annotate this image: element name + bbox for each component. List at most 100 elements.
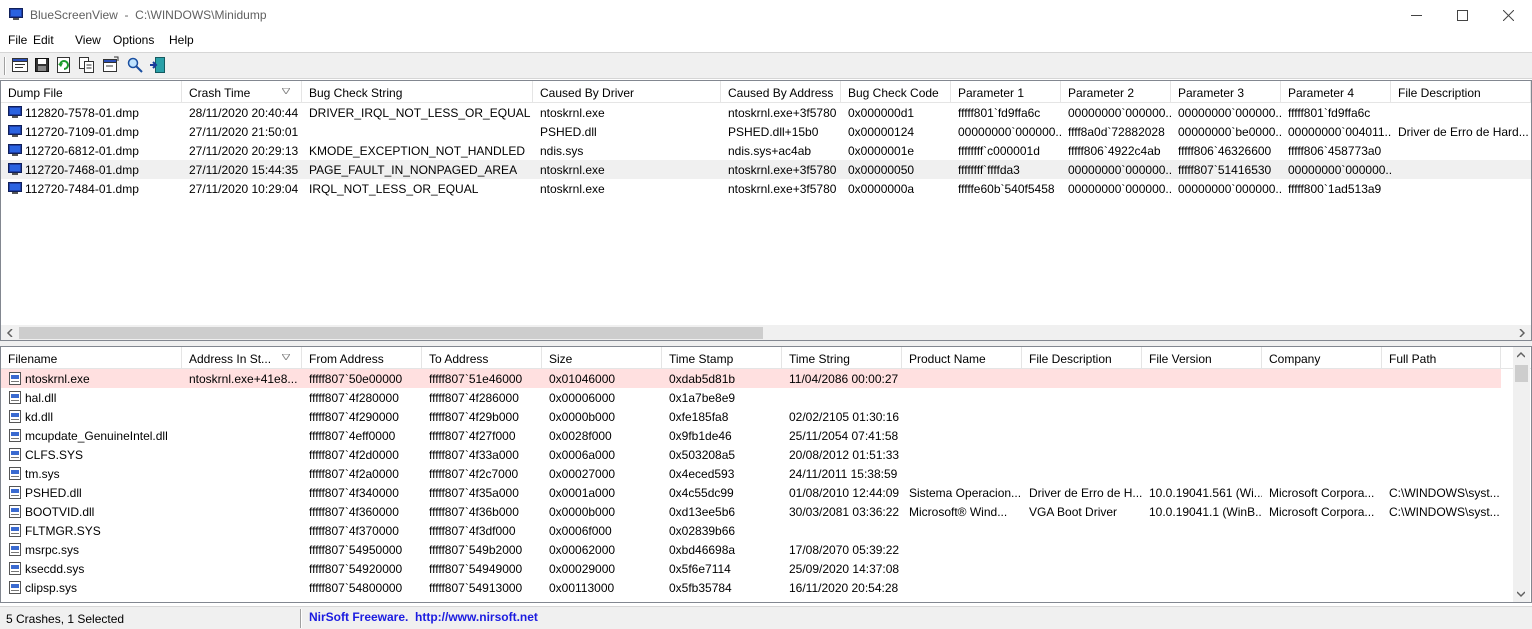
driver-row[interactable]: BOOTVID.dll fffff807`4f360000 fffff807`4f3… (1, 502, 1501, 521)
scrollbar-thumb[interactable] (19, 327, 763, 339)
properties-icon[interactable] (11, 56, 29, 74)
driver-row[interactable]: tm.sys fffff807`4f2a0000 fffff807`4f2c7000… (1, 464, 1501, 483)
menu-help[interactable]: Help (169, 33, 194, 47)
minimize-button[interactable] (1393, 0, 1439, 31)
menu-file[interactable]: File (8, 33, 27, 47)
vertical-scrollbar[interactable] (1513, 347, 1530, 602)
crash-list[interactable]: Dump File Crash Time Bug Check String Cause… (0, 80, 1532, 341)
column-header-company[interactable]: Company (1262, 347, 1382, 369)
cell-text: fffff807`4f286000 (429, 391, 519, 405)
cell-file-version (1142, 464, 1262, 483)
driver-row[interactable]: PSHED.dll fffff807`4f340000 fffff807`4f35a… (1, 483, 1501, 502)
crash-row[interactable]: 112820-7578-01.dmp 28/11/2020 20:40:44 DRI… (1, 103, 1531, 122)
column-header-dump-file[interactable]: Dump File (1, 81, 182, 103)
cell-bug-check-code: 0x000000d1 (841, 103, 951, 122)
column-header-product-name[interactable]: Product Name (902, 347, 1022, 369)
column-header-parameter-1[interactable]: Parameter 1 (951, 81, 1061, 103)
column-header-filename[interactable]: Filename (1, 347, 182, 369)
cell-text: 0x5fb35784 (669, 581, 732, 595)
advanced-options-icon[interactable] (102, 56, 120, 74)
scrollbar-thumb[interactable] (1515, 365, 1528, 382)
horizontal-scrollbar[interactable] (1, 325, 1531, 340)
cell-to-address: fffff807`4f2c7000 (422, 464, 542, 483)
cell-time-stamp: 0xfe185fa8 (662, 407, 782, 426)
cell-text: msrpc.sys (25, 543, 79, 557)
column-header-file-description[interactable]: File Description (1391, 81, 1531, 103)
column-header-full-path[interactable]: Full Path (1382, 347, 1501, 369)
column-header-file-version[interactable]: File Version (1142, 347, 1262, 369)
cell-text: 0x02839b66 (669, 524, 736, 538)
driver-row[interactable]: mcupdate_GenuineIntel.dll fffff807`4eff00… (1, 426, 1501, 445)
column-header-caused-by-driver[interactable]: Caused By Driver (533, 81, 721, 103)
copy-icon[interactable] (78, 56, 96, 74)
cell-time-stamp: 0xd13ee5b6 (662, 502, 782, 521)
cell-text: 0x0006f000 (549, 524, 612, 538)
crash-row[interactable]: 112720-7468-01.dmp 27/11/2020 15:44:35 PAG… (1, 160, 1531, 179)
menu-options[interactable]: Options (113, 33, 154, 47)
cell-text: fffff807`50e00000 (309, 372, 403, 386)
maximize-button[interactable] (1439, 0, 1485, 31)
cell-from-address: fffff807`4f340000 (302, 483, 422, 502)
column-header-to-address[interactable]: To Address (422, 347, 542, 369)
scroll-down-button[interactable] (1513, 586, 1529, 602)
monitor-icon (8, 144, 22, 156)
driver-row[interactable]: ksecdd.sys fffff807`54920000 fffff807`5494… (1, 559, 1501, 578)
cell-parameter-2: fffff806`4922c4ab (1061, 141, 1171, 160)
cell-filename: msrpc.sys (1, 540, 182, 559)
column-header-bug-check-code[interactable]: Bug Check Code (841, 81, 951, 103)
driver-row[interactable]: CLFS.SYS fffff807`4f2d0000 fffff807`4f33a0… (1, 445, 1501, 464)
crash-row[interactable]: 112720-7484-01.dmp 27/11/2020 10:29:04 IRQ… (1, 179, 1531, 198)
close-button[interactable] (1485, 0, 1531, 31)
crash-row[interactable]: 112720-7109-01.dmp 27/11/2020 21:50:01 PSH… (1, 122, 1531, 141)
driver-row[interactable]: ntoskrnl.exe ntoskrnl.exe+41e8... fffff807… (1, 369, 1501, 388)
cell-text: clipsp.sys (25, 581, 78, 595)
nirsoft-link[interactable]: NirSoft Freeware. http://www.nirsoft.net (309, 610, 538, 624)
column-header-bug-check-string[interactable]: Bug Check String (302, 81, 533, 103)
column-header-crash-time[interactable]: Crash Time (182, 81, 302, 103)
column-header-file-description[interactable]: File Description (1022, 347, 1142, 369)
cell-text: ndis.sys+ac4ab (728, 144, 812, 158)
find-icon[interactable] (126, 56, 144, 74)
column-header-size[interactable]: Size (542, 347, 662, 369)
cell-time-stamp: 0x503208a5 (662, 445, 782, 464)
cell-caused-by-driver: ntoskrnl.exe (533, 160, 721, 179)
cell-crash-time: 27/11/2020 15:44:35 (182, 160, 302, 179)
menu-edit[interactable]: Edit (33, 33, 54, 47)
driver-row[interactable]: clipsp.sys fffff807`54800000 fffff807`5491… (1, 578, 1501, 597)
cell-file-version (1142, 578, 1262, 597)
cell-text: kd.dll (25, 410, 54, 424)
driver-file-icon (9, 448, 21, 461)
driver-list[interactable]: Filename Address In St... From Address To A… (0, 346, 1532, 603)
column-header-address-in-st[interactable]: Address In St... (182, 347, 302, 369)
cell-text: 24/11/2011 15:38:59 (789, 467, 898, 481)
driver-row[interactable]: msrpc.sys fffff807`54950000 fffff807`549b2… (1, 540, 1501, 559)
cell-address-in-st (182, 407, 302, 426)
driver-row[interactable]: kd.dll fffff807`4f290000 fffff807`4f29b000… (1, 407, 1501, 426)
driver-row[interactable]: FLTMGR.SYS fffff807`4f370000 fffff807`4f3d… (1, 521, 1501, 540)
save-icon[interactable] (33, 56, 51, 74)
cell-text: 27/11/2020 21:50:01 (189, 125, 299, 139)
scroll-right-button[interactable] (1514, 325, 1530, 340)
column-header-parameter-4[interactable]: Parameter 4 (1281, 81, 1391, 103)
column-header-parameter-3[interactable]: Parameter 3 (1171, 81, 1281, 103)
column-header-from-address[interactable]: From Address (302, 347, 422, 369)
column-header-caused-by-address[interactable]: Caused By Address (721, 81, 841, 103)
column-header-time-string[interactable]: Time String (782, 347, 902, 369)
column-header-parameter-2[interactable]: Parameter 2 (1061, 81, 1171, 103)
cell-size: 0x0000b000 (542, 407, 662, 426)
cell-crash-time: 27/11/2020 20:29:13 (182, 141, 302, 160)
menu-view[interactable]: View (75, 33, 101, 47)
column-header-time-stamp[interactable]: Time Stamp (662, 347, 782, 369)
crash-row[interactable]: 112720-6812-01.dmp 27/11/2020 20:29:13 KMO… (1, 141, 1531, 160)
cell-full-path (1382, 388, 1501, 407)
exit-icon[interactable] (149, 56, 167, 74)
refresh-icon[interactable] (55, 56, 73, 74)
cell-text: PSHED.dll (540, 125, 597, 139)
driver-row[interactable]: hal.dll fffff807`4f280000 fffff807`4f28600… (1, 388, 1501, 407)
cell-address-in-st (182, 540, 302, 559)
cell-product-name (902, 426, 1022, 445)
scroll-left-button[interactable] (2, 325, 18, 340)
scroll-up-button[interactable] (1513, 347, 1529, 363)
cell-time-stamp: 0x4eced593 (662, 464, 782, 483)
cell-text: 00000000`000000... (1178, 106, 1281, 120)
